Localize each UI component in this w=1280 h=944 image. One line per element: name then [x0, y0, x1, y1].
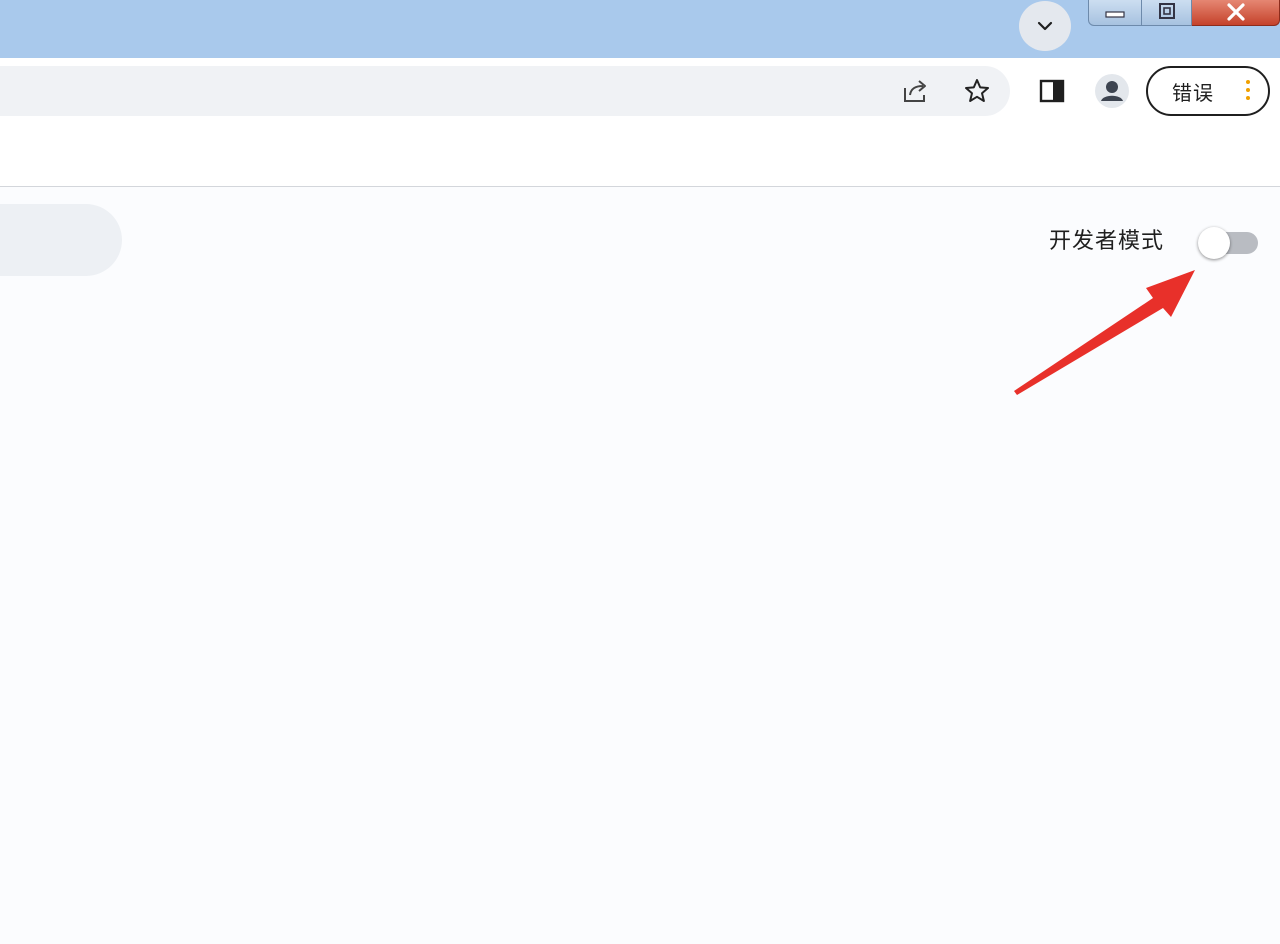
- developer-mode-label: 开发者模式: [1049, 229, 1165, 254]
- minimize-icon: [1105, 10, 1125, 18]
- share-icon: [904, 80, 926, 102]
- restore-button[interactable]: [1142, 0, 1192, 26]
- chevron-down-icon: [1037, 21, 1053, 31]
- profile-button[interactable]: [1092, 71, 1132, 111]
- browser-toolbar: 错误: [0, 58, 1280, 128]
- search-bar[interactable]: [0, 204, 122, 276]
- address-bar[interactable]: [0, 66, 1010, 116]
- window-controls: [1088, 0, 1280, 28]
- share-button[interactable]: [896, 71, 936, 111]
- minimize-button[interactable]: [1088, 0, 1142, 26]
- tab-search-button[interactable]: [1019, 1, 1071, 51]
- developer-mode-toggle[interactable]: [1198, 227, 1258, 259]
- bookmark-button[interactable]: [957, 71, 997, 111]
- toggle-thumb: [1198, 227, 1230, 259]
- page-header: [0, 128, 1280, 187]
- side-panel-button[interactable]: [1032, 71, 1072, 111]
- close-icon: [1226, 2, 1245, 21]
- kebab-menu-icon[interactable]: [1246, 80, 1250, 100]
- profile-icon: [1095, 74, 1129, 108]
- error-label: 错误: [1172, 80, 1214, 105]
- close-button[interactable]: [1192, 0, 1280, 26]
- side-panel-icon: [1039, 79, 1065, 103]
- error-chip[interactable]: 错误: [1146, 66, 1270, 116]
- title-bar: [0, 0, 1280, 58]
- annotation-arrow-icon: [1014, 270, 1195, 395]
- restore-icon: [1158, 2, 1175, 19]
- star-icon: [965, 79, 989, 102]
